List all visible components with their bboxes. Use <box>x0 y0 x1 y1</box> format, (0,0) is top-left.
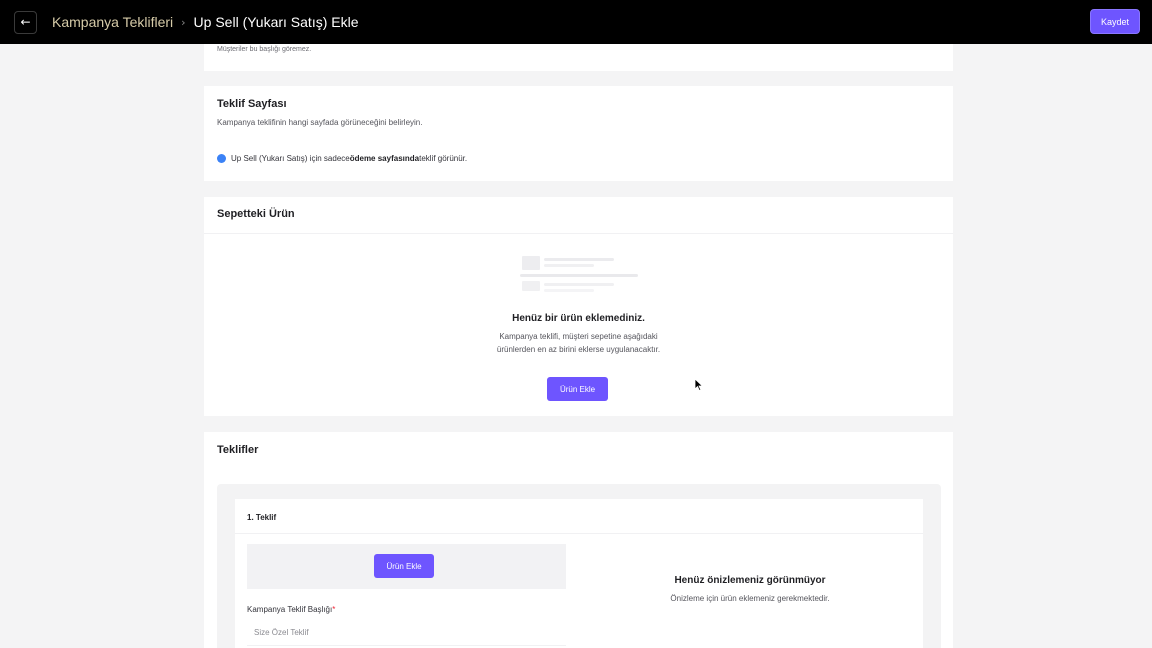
offer-page-info: Up Sell (Yukarı Satış) için sadece ödeme… <box>217 154 467 163</box>
offer-product-slot: Ürün Ekle <box>247 544 566 589</box>
offers-title: Teklifler <box>217 444 259 456</box>
top-bar: ← Kampanya Teklifleri › Up Sell (Yukarı … <box>0 0 1152 44</box>
required-marker: * <box>332 605 336 614</box>
empty-state-description: Kampanya teklifi, müşteri sepetine aşağı… <box>204 330 953 356</box>
empty-state-title: Henüz bir ürün eklemediniz. <box>512 313 645 324</box>
preview-empty-title: Henüz önizlemeniz görünmüyor <box>674 575 826 586</box>
mouse-cursor-icon <box>694 378 704 392</box>
page-title: Up Sell (Yukarı Satış) Ekle <box>193 14 359 30</box>
offer-title-input[interactable] <box>247 620 566 646</box>
divider <box>235 533 923 534</box>
info-text-suffix: teklif görünür. <box>419 154 468 163</box>
info-text-bold: ödeme sayfasında <box>349 154 420 163</box>
title-helper-text: Müşteriler bu başlığı göremez. <box>217 46 312 53</box>
preview-empty-description: Önizleme için ürün eklemeniz gerekmekted… <box>670 594 830 603</box>
chevron-right-icon: › <box>181 15 186 29</box>
divider <box>204 233 953 234</box>
back-button[interactable]: ← <box>14 10 37 34</box>
offers-list: 1. Teklif Ürün Ekle Kampanya Teklif Başl… <box>217 484 941 648</box>
offers-card: Teklifler 1. Teklif Ürün Ekle Kampanya T… <box>204 432 953 648</box>
offer-title-label: Kampanya Teklif Başlığı* <box>247 605 335 614</box>
info-text-prefix: Up Sell (Yukarı Satış) için sadece <box>231 154 350 163</box>
empty-desc-line: ürünlerden en az birini eklerse uygulana… <box>496 345 661 354</box>
offer-label: 1. Teklif <box>247 513 277 522</box>
save-button[interactable]: Kaydet <box>1090 9 1140 34</box>
offer-page-description: Kampanya teklifinin hangi sayfada görüne… <box>217 118 423 127</box>
offer-page-title: Teklif Sayfası <box>217 98 287 110</box>
empty-list-illustration <box>518 254 640 296</box>
title-card: Müşteriler bu başlığı göremez. <box>204 44 953 71</box>
breadcrumb-parent[interactable]: Kampanya Teklifleri <box>52 14 173 30</box>
offer-add-product-button[interactable]: Ürün Ekle <box>374 554 434 578</box>
offer-title-label-text: Kampanya Teklif Başlığı <box>247 605 333 614</box>
info-icon <box>217 154 226 163</box>
empty-desc-line: Kampanya teklifi, müşteri sepetine aşağı… <box>499 332 658 341</box>
arrow-left-icon: ← <box>20 15 31 29</box>
add-product-button[interactable]: Ürün Ekle <box>547 377 608 401</box>
offer-item: 1. Teklif Ürün Ekle Kampanya Teklif Başl… <box>235 499 923 648</box>
offer-page-card: Teklif Sayfası Kampanya teklifinin hangi… <box>204 86 953 181</box>
cart-product-title: Sepetteki Ürün <box>217 208 295 220</box>
cart-product-card: Sepetteki Ürün Henüz bir ürün eklemedini… <box>204 197 953 416</box>
